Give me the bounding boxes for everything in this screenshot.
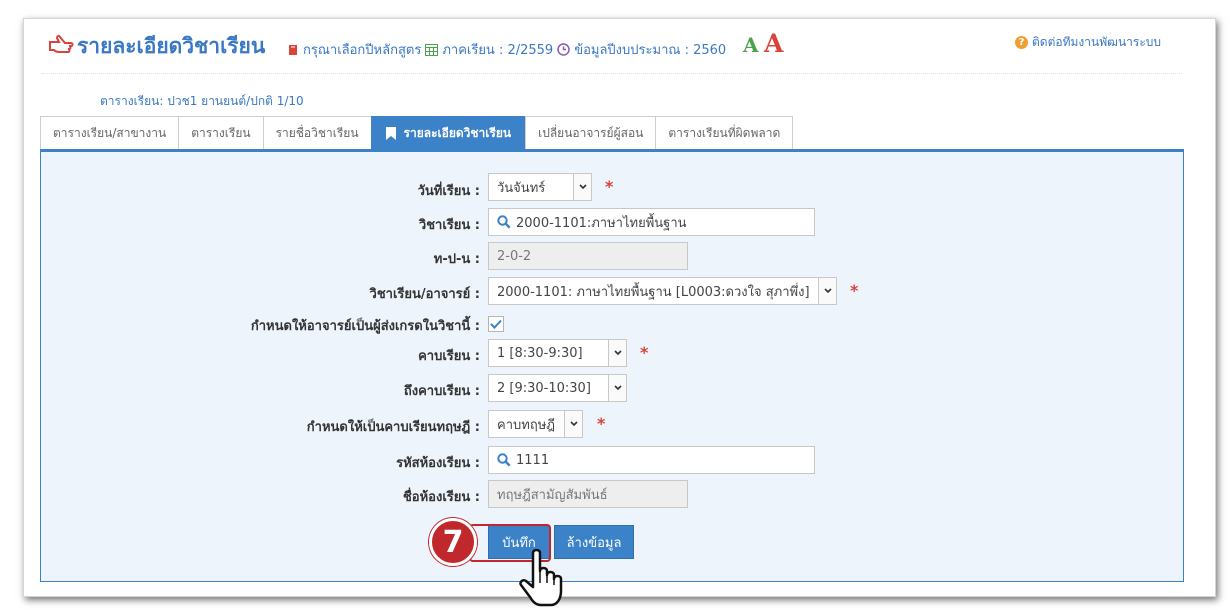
required-mark: * [597, 414, 606, 433]
day-select-value: วันจันทร์ [497, 180, 546, 196]
subject-teacher-select[interactable]: 2000-1101: ภาษาไทยพื้นฐาน [L0003:ดวงใจ ส… [488, 277, 837, 305]
tab-change-teacher[interactable]: เปลี่ยนอาจารย์ผู้สอน [525, 116, 657, 149]
period-select[interactable]: 1 [8:30-9:30] [488, 339, 627, 367]
room-code-value: 1111 [516, 452, 550, 468]
theory-select[interactable]: คาบทฤษฎี [488, 410, 583, 438]
to-period-select[interactable]: 2 [9:30-10:30] [488, 374, 627, 402]
select-curriculum-link[interactable]: กรุณาเลือกปีหลักสูตร [303, 39, 421, 60]
tab-label: รายชื่อวิชาเรียน [275, 125, 359, 140]
step-number-badge: 7 [429, 518, 477, 566]
chevron-down-icon [818, 278, 836, 304]
semester-text: ภาคเรียน : 2/2559 [442, 43, 554, 58]
search-icon [497, 453, 511, 467]
required-mark: * [640, 343, 649, 362]
tab-subject-list[interactable]: รายชื่อวิชาเรียน [262, 116, 372, 149]
room-code-search-input[interactable]: 1111 [488, 446, 815, 474]
hand-pointing-icon [49, 34, 74, 53]
checkmark-icon [490, 319, 502, 329]
room-name-label: ชื่อห้องเรียน : [402, 490, 480, 505]
tab-label: เปลี่ยนอาจารย์ผู้สอน [538, 125, 644, 140]
hand-cursor-icon [519, 549, 563, 607]
grade-sender-checkbox[interactable] [488, 316, 504, 332]
subject-details-panel: วันที่เรียน : วันจันทร์ * วิชาเรียน : 20… [40, 149, 1184, 582]
chevron-down-icon [564, 411, 582, 437]
tab-label: ตารางเรียน [191, 125, 251, 140]
room-name-field: ทฤษฎีสามัญสัมพันธ์ [488, 480, 688, 508]
subject-teacher-label: วิชาเรียน/อาจารย์ : [369, 287, 480, 302]
header-divider [42, 73, 1182, 74]
book-icon [289, 44, 297, 55]
tab-subject-details[interactable]: รายละเอียดวิชาเรียน [370, 116, 527, 149]
day-label: วันที่เรียน : [417, 184, 480, 199]
subject-teacher-value: 2000-1101: ภาษาไทยพื้นฐาน [L0003:ดวงใจ ส… [497, 284, 810, 300]
chevron-down-icon [573, 174, 591, 200]
app-window: รายละเอียดวิชาเรียน กรุณาเลือกปีหลักสูตร… [23, 18, 1216, 607]
clock-icon [557, 43, 570, 56]
calendar-icon [425, 44, 439, 56]
contact-label: ติดต่อทีมงานพัฒนาระบบ [1032, 35, 1162, 49]
tab-label: รายละเอียดวิชาเรียน [403, 125, 512, 140]
tpn-label: ท-ป-น : [433, 252, 480, 267]
question-circle-icon: ? [1015, 36, 1028, 49]
font-increase-button[interactable]: A [764, 29, 783, 58]
chevron-down-icon [608, 375, 626, 401]
bookmark-icon [385, 126, 396, 140]
room-code-label: รหัสห้องเรียน : [396, 456, 480, 471]
required-mark: * [605, 177, 614, 196]
grade-sender-label: กำหนดให้อาจารย์เป็นผู้ส่งเกรดในวิชานี้ : [250, 319, 480, 334]
page-title: รายละเอียดวิชาเรียน [77, 34, 266, 58]
subject-label: วิชาเรียน : [418, 218, 480, 233]
day-select[interactable]: วันจันทร์ [488, 173, 592, 201]
font-decrease-button[interactable]: A [743, 33, 759, 57]
tpn-field: 2-0-2 [488, 242, 688, 270]
theory-value: คาบทฤษฎี [497, 417, 555, 433]
schedule-label: ตารางเรียน: ปวช1 ยานยนต์/ปกติ 1/10 [100, 94, 304, 108]
header-meta: กรุณาเลือกปีหลักสูตร ภาคเรียน : 2/2559 ข… [287, 39, 726, 60]
tab-label: ตารางเรียนที่ผิดพลาด [668, 125, 781, 140]
search-icon [497, 215, 511, 229]
required-mark: * [850, 281, 859, 300]
contact-dev-team-link[interactable]: ? ติดต่อทีมงานพัฒนาระบบ [1015, 33, 1161, 52]
budget-year-text: ข้อมูลปีงบประมาณ : 2560 [574, 43, 727, 58]
theory-label: กำหนดให้เป็นคาบเรียนทฤษฎี : [306, 420, 480, 435]
subject-value: 2000-1101:ภาษาไทยพื้นฐาน [516, 215, 687, 231]
period-value: 1 [8:30-9:30] [497, 345, 583, 361]
to-period-label: ถึงคาบเรียน : [403, 384, 480, 399]
to-period-value: 2 [9:30-10:30] [497, 380, 591, 396]
subject-search-input[interactable]: 2000-1101:ภาษาไทยพื้นฐาน [488, 208, 815, 236]
tab-bar: ตารางเรียน/สาขางาน ตารางเรียน รายชื่อวิช… [40, 116, 794, 149]
tab-schedule[interactable]: ตารางเรียน [178, 116, 264, 149]
tab-label: ตารางเรียน/สาขางาน [53, 125, 167, 140]
chevron-down-icon [608, 340, 626, 366]
tab-schedule-major[interactable]: ตารางเรียน/สาขางาน [40, 116, 180, 149]
period-label: คาบเรียน : [418, 349, 480, 364]
tab-schedule-errors[interactable]: ตารางเรียนที่ผิดพลาด [655, 116, 794, 149]
